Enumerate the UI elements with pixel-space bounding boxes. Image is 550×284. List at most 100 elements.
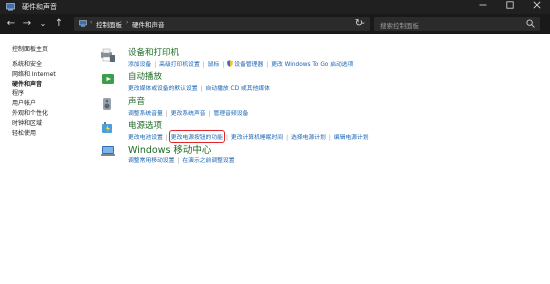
link-separator: | [286,135,289,141]
close-icon [533,1,541,9]
category-title[interactable]: 声音 [128,95,145,107]
category-link[interactable]: 鼠标 [208,59,220,68]
autoplay-icon [102,74,114,84]
link-text: 更改计算机睡眠时间 [230,135,284,141]
link-text: 自动播放 CD 或其他媒体 [205,86,270,92]
recent-locations-button[interactable]: ⌄ [36,17,50,31]
link-text: 在演示之前调整设置 [182,158,235,164]
category-link[interactable]: 设备管理器 [227,59,263,68]
link-text: 设备管理器 [234,62,264,68]
link-text: 更改 Windows To Go 启动选项 [271,62,354,68]
category-link[interactable]: 更改媒体或设备的默认设置 [128,83,198,92]
category-title[interactable]: 电源选项 [128,119,162,131]
chevron-down-icon: ⌄ [39,19,47,28]
link-text: 添加设备 [128,62,152,68]
category-link[interactable]: 选择电源计划 [291,132,326,141]
minimize-icon [479,4,487,6]
link-separator: | [328,135,331,141]
sidebar-item: 硬件和声音 [12,80,43,88]
breadcrumb-separator-icon: › [90,19,93,26]
category-link[interactable]: 更改 Windows To Go 启动选项 [271,59,353,68]
breadcrumb-separator-icon: › [126,19,129,26]
sidebar-home-link[interactable]: 控制面板主页 [12,44,92,53]
link-text: 更改电源按钮的功能 [170,135,223,141]
speaker-icon [103,98,111,110]
search-icon [526,19,535,28]
sidebar-item[interactable]: 用户帐户 [12,99,92,109]
sidebar-item[interactable]: 网络和 Internet [12,70,92,80]
minimize-button[interactable] [470,0,496,14]
back-button[interactable]: ← [4,17,18,31]
link-separator: | [222,62,225,68]
category-link[interactable]: 高级打印机设置 [159,59,200,68]
category-link[interactable]: 在演示之前调整设置 [182,155,234,164]
sidebar-item[interactable]: 程序 [12,89,92,99]
forward-arrow-icon: → [22,18,32,29]
category-links: 调整常用移动设置 | 在演示之前调整设置 [128,155,235,164]
category-link[interactable]: 调整常用移动设置 [128,155,174,164]
refresh-button[interactable]: ↻ [352,17,366,31]
link-separator: | [200,86,203,92]
link-text: 调整常用移动设置 [128,158,175,164]
category-link[interactable]: 更改计算机睡眠时间 [231,132,283,141]
category-title[interactable]: 自动播放 [128,70,162,82]
control-panel-icon [6,3,15,11]
close-button[interactable] [524,0,550,14]
sidebar: 控制面板主页 系统和安全 网络和 Internet 硬件和声音 程序 用户帐户 外观和个性… [12,44,92,138]
link-text: 管理音频设备 [213,111,249,117]
address-bar[interactable]: › 控制面板 › 硬件和声音 ⌄ [74,17,370,31]
back-arrow-icon: ← [6,18,16,29]
title-bar: 硬件和声音 [0,0,550,14]
category-link[interactable]: 添加设备 [128,59,151,68]
up-button[interactable]: ↑ [52,17,66,31]
link-separator: | [202,62,205,68]
category-link[interactable]: 管理音频设备 [214,108,249,117]
sidebar-item[interactable]: 外观和个性化 [12,109,92,119]
link-text: 高级打印机设置 [159,62,200,68]
maximize-icon [506,1,514,9]
control-panel-window: 硬件和声音 ← → ⌄ ↑ › 控制面板 › 硬件和声音 ⌄ ↻ 搜索控制面板 … [0,0,550,284]
uac-shield-icon [227,60,233,67]
category-title[interactable]: 设备和打印机 [128,46,179,58]
sidebar-item[interactable]: 时钟和区域 [12,119,92,129]
link-separator: | [165,135,168,141]
highlighted-link[interactable]: 更改电源按钮的功能 [168,130,225,143]
link-text: 选择电源计划 [291,135,326,141]
breadcrumb-hardware-sound[interactable]: 硬件和声音 [132,19,165,29]
category-links: 添加设备 | 高级打印机设置 | 鼠标 | 设备管理器 | 更改 Windows To Go 启… [128,59,353,68]
mobility-center-icon [101,146,115,156]
category-link[interactable]: 编辑电源计划 [334,132,369,141]
link-text: 调整系统音量 [128,111,163,117]
breadcrumb-control-panel[interactable]: 控制面板 [96,19,122,29]
sidebar-item[interactable]: 轻松使用 [12,129,92,139]
category-title[interactable]: Windows 移动中心 [128,142,211,156]
category-link[interactable]: 更改系统声音 [171,108,206,117]
sidebar-category-list: 系统和安全 网络和 Internet 硬件和声音 程序 用户帐户 外观和个性化 时钟和区域轻… [12,60,92,138]
link-separator: | [266,62,269,68]
category-links: 更改电池设置 | 更改电源按钮的功能 | 更改计算机睡眠时间 | 选择电源计划 | 编辑电源计划 [128,130,369,143]
category-link[interactable]: 更改电池设置 [128,132,163,141]
search-box[interactable]: 搜索控制面板 [374,17,540,31]
link-text: 更改电池设置 [128,135,163,141]
category-links: 调整系统音量 | 更改系统声音 | 管理音频设备 [128,108,248,117]
link-separator: | [165,111,168,117]
link-separator: | [154,62,157,68]
refresh-icon: ↻ [354,18,364,29]
navigation-bar: ← → ⌄ ↑ › 控制面板 › 硬件和声音 ⌄ ↻ 搜索控制面板 [0,14,550,34]
category-link[interactable]: 调整系统音量 [128,108,163,117]
battery-icon [102,122,112,133]
search-placeholder: 搜索控制面板 [380,21,419,30]
category-link[interactable]: 自动播放 CD 或其他媒体 [206,83,270,92]
link-text: 更改系统声音 [170,111,206,117]
link-text: 编辑电源计划 [333,135,369,141]
category-links: 更改媒体或设备的默认设置 | 自动播放 CD 或其他媒体 [128,83,270,92]
up-arrow-icon: ↑ [54,18,64,29]
control-panel-small-icon [79,20,87,27]
sidebar-item[interactable]: 系统和安全 [12,60,92,70]
maximize-button[interactable] [497,0,523,14]
link-separator: | [225,135,228,141]
link-separator: | [208,111,211,117]
window-bottom-edge [0,276,550,284]
link-text: 鼠标 [207,62,220,68]
forward-button[interactable]: → [20,17,34,31]
